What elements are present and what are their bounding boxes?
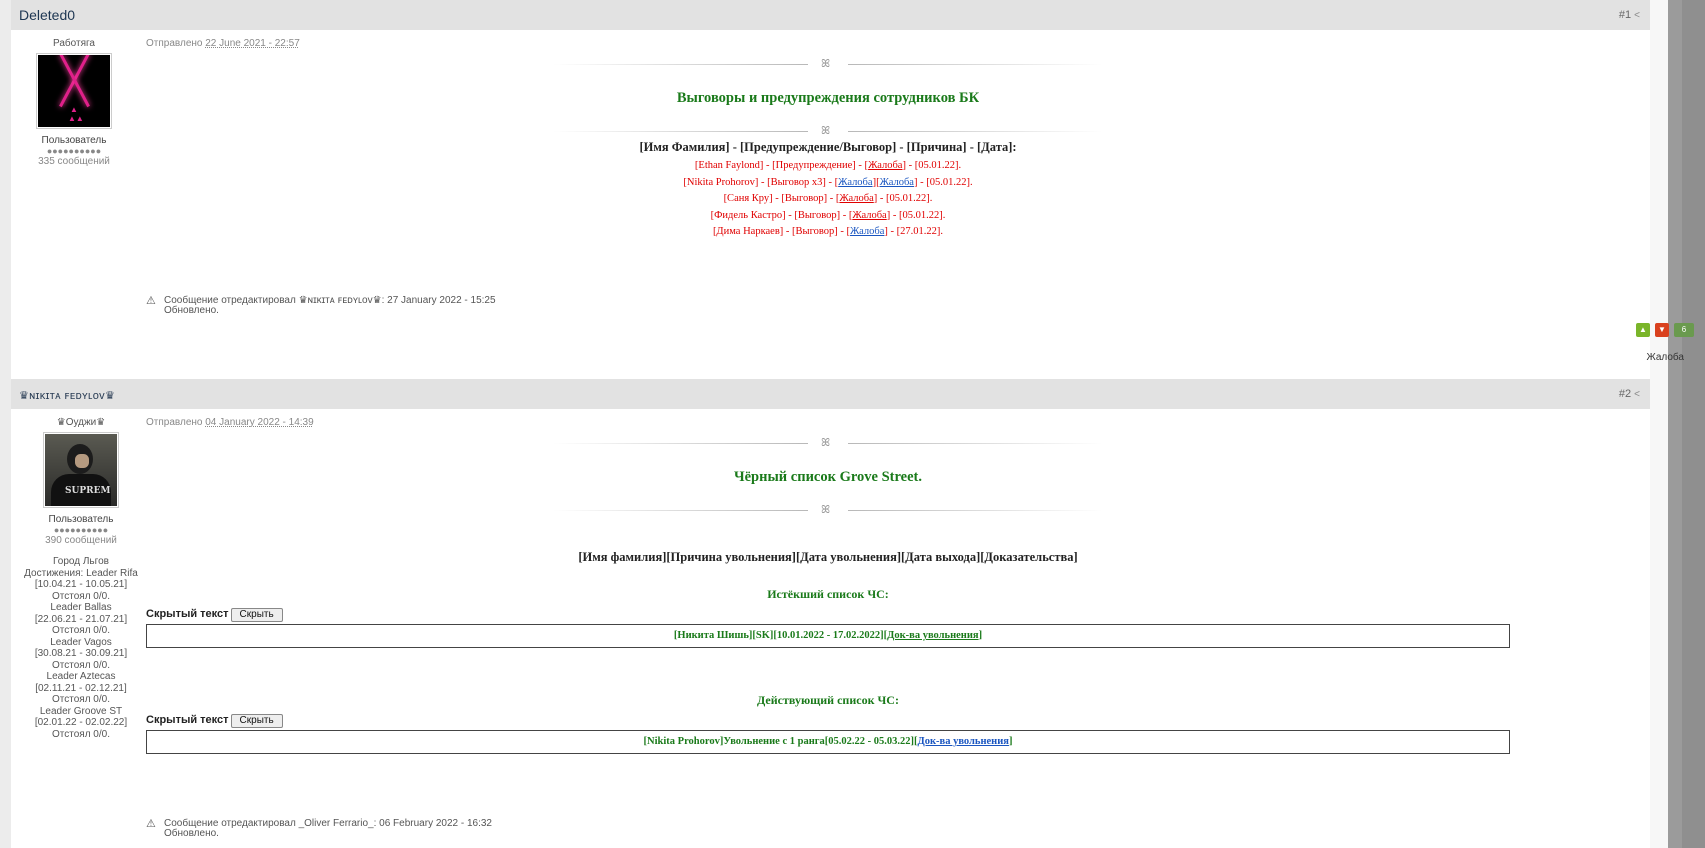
complaint-link[interactable]: Жалоба	[868, 160, 902, 171]
posted-date-value[interactable]: 04 January 2022 - 14:39	[205, 417, 313, 428]
report-link[interactable]: Жалоба	[1647, 352, 1684, 363]
list-item: [Саня Кру] - [Выговор] - [Жалоба] - [05.…	[723, 193, 933, 204]
spoiler-hide-button[interactable]: Скрыть	[230, 714, 283, 728]
spoiler-toggle: Скрытый текст Скрыть	[146, 714, 1510, 728]
divider: ꕤ	[553, 504, 1103, 518]
complaint-link[interactable]: Жалоба	[880, 177, 914, 188]
ornament-icon: ꕤ	[821, 437, 831, 449]
post-number-label[interactable]: #2	[1619, 388, 1631, 400]
post-header: Deleted0 #1 <	[11, 0, 1650, 30]
custom-profile-fields: Город Льгов Достижения: Leader Rifa [10.…	[11, 556, 151, 740]
custom-field: Leader Vagos	[50, 636, 112, 648]
custom-field: Отстоял 0/0.	[52, 659, 110, 671]
post-number[interactable]: #2 <	[1619, 388, 1640, 400]
scrollbar-track[interactable]	[1682, 0, 1705, 848]
ornament-icon: ꕤ	[821, 504, 831, 516]
posted-prefix: Отправлено	[146, 38, 203, 49]
post-count: 335 сообщений	[38, 156, 110, 167]
spoiler-label: Скрытый текст	[146, 714, 229, 726]
custom-field: [22.06.21 - 21.07.21]	[34, 613, 128, 625]
rank-pips: ●●●●●●●●●●	[53, 525, 109, 535]
divider: ꕤ	[553, 125, 1103, 139]
member-group: Пользователь	[48, 514, 114, 525]
list-item: [Фидель Кастро] - [Выговор] - [Жалоба] -…	[710, 209, 946, 221]
list-item: [Nikita Prohorov] - [Выговор x3] - [Жало…	[683, 176, 973, 188]
edit-reason: Обновлено.	[164, 828, 219, 839]
reputation-controls: ▲ ▼ 6	[1631, 323, 1694, 337]
complaint-link[interactable]: Жалоба	[852, 210, 886, 221]
posted-date: Отправлено 22 June 2021 - 22:57	[146, 38, 1510, 49]
custom-field: [30.08.21 - 30.09.21]	[34, 648, 128, 659]
evidence-link[interactable]: Док-ва увольнения	[887, 630, 978, 641]
post-title: Выговоры и предупреждения сотрудников БК	[676, 90, 980, 106]
complaint-link[interactable]: Жалоба	[850, 226, 884, 237]
scrollbar[interactable]	[1668, 0, 1705, 848]
complaint-link[interactable]: Жалоба	[838, 177, 872, 188]
custom-field: Отстоял 0/0.	[52, 590, 110, 602]
custom-field: Leader Ballas	[50, 602, 112, 613]
post-body: Отправлено 22 June 2021 - 22:57 ꕤ Выгово…	[146, 38, 1510, 241]
post-number[interactable]: #1 <	[1619, 9, 1640, 21]
author-name-link[interactable]: ♛ɴɪᴋɪᴛᴀ ꜰᴇᴅʏʟᴏᴠ♛	[19, 389, 115, 402]
warnings-list: [Ethan Faylond] - [Предупреждение] - [Жа…	[146, 158, 1510, 241]
complaint-link[interactable]: Жалоба	[839, 193, 873, 204]
rank-title: Работяга	[53, 38, 95, 49]
post-title: Чёрный список Grove Street.	[733, 469, 922, 485]
table-header: [Имя фамилия][Причина увольнения][Дата у…	[578, 550, 1078, 564]
avatar-image[interactable]: ▲ ▲▲	[38, 55, 110, 127]
rank-pips: ●●●●●●●●●●	[46, 146, 102, 156]
section-title-active: Действующий список ЧС:	[757, 693, 899, 707]
edit-notice: ⚠ Сообщение отредактировал ♛ɴɪᴋɪᴛᴀ ꜰᴇᴅʏʟ…	[146, 296, 496, 316]
spoiler-toggle: Скрытый текст Скрыть	[146, 608, 1510, 622]
ornament-icon: ꕤ	[821, 58, 831, 70]
warning-icon: ⚠	[146, 818, 156, 830]
custom-field: [10.04.21 - 10.05.21]	[34, 579, 128, 590]
avatar-image[interactable]: SUPREM	[45, 434, 117, 506]
author-name-link[interactable]: Deleted0	[19, 7, 75, 23]
post-body: Отправлено 04 January 2022 - 14:39 ꕤ Чёр…	[146, 417, 1510, 754]
rep-up-button[interactable]: ▲	[1636, 323, 1650, 337]
edit-notice: ⚠ Сообщение отредактировал _Oliver Ferra…	[146, 819, 492, 839]
member-group: Пользователь	[41, 135, 107, 146]
list-item: [Дима Наркаев] - [Выговор] - [Жалоба] - …	[712, 226, 944, 237]
right-margin	[1650, 0, 1668, 848]
custom-field: Отстоял 0/0.	[52, 625, 110, 636]
section-title-expired: Истёкший список ЧС:	[767, 587, 889, 601]
custom-field: Город Льгов	[53, 556, 109, 567]
rank-title: ♛Оуджи♛	[56, 417, 106, 428]
custom-field: Отстоял 0/0.	[52, 694, 110, 705]
custom-field: [02.01.22 - 02.02.22]	[34, 717, 128, 728]
custom-field: Leader Groove ST	[39, 705, 123, 717]
custom-field: Достижения: Leader Rifa	[24, 567, 138, 579]
spoiler-hide-button[interactable]: Скрыть	[230, 608, 283, 622]
post-header: ♛ɴɪᴋɪᴛᴀ ꜰᴇᴅʏʟᴏᴠ♛ #2 <	[11, 379, 1650, 409]
share-icon[interactable]: <	[1634, 389, 1640, 400]
list-item: [Ethan Faylond] - [Предупреждение] - [Жа…	[694, 160, 962, 171]
spoiler-label: Скрытый текст	[146, 608, 229, 620]
author-info: ♛Оуджи♛ SUPREM Пользователь ●●●●●●●●●● 3…	[11, 417, 151, 740]
edit-reason: Обновлено.	[164, 305, 219, 316]
post-number-label[interactable]: #1	[1619, 9, 1631, 21]
divider: ꕤ	[553, 58, 1103, 72]
custom-field: [02.11.21 - 02.12.21]	[35, 682, 127, 694]
spoiler-content: [Никита Шишь][SK][10.01.2022 - 17.02.202…	[146, 624, 1510, 648]
posted-date: Отправлено 04 January 2022 - 14:39	[146, 417, 1510, 428]
rep-count: 6	[1674, 323, 1694, 337]
share-icon[interactable]: <	[1634, 10, 1640, 21]
custom-field: Отстоял 0/0.	[52, 728, 110, 740]
author-info: Работяга ▲ ▲▲ Пользователь ●●●●●●●●●● 335…	[4, 38, 144, 167]
spoiler-content: [Nikita Prohorov]Увольнение с 1 ранга[05…	[146, 730, 1510, 754]
posted-date-value[interactable]: 22 June 2021 - 22:57	[205, 38, 300, 49]
post-count: 390 сообщений	[45, 535, 117, 546]
custom-field: Leader Aztecas	[46, 671, 116, 682]
avatar[interactable]: ▲ ▲▲	[36, 53, 112, 129]
table-header: [Имя Фамилия] - [Предупреждение/Выговор]…	[639, 140, 1017, 154]
ornament-icon: ꕤ	[821, 125, 831, 137]
warning-icon: ⚠	[146, 295, 156, 307]
rep-down-button[interactable]: ▼	[1655, 323, 1669, 337]
divider: ꕤ	[553, 437, 1103, 451]
avatar[interactable]: SUPREM	[43, 432, 119, 508]
evidence-link[interactable]: Док-ва увольнения	[918, 736, 1009, 747]
posted-prefix: Отправлено	[146, 417, 203, 428]
